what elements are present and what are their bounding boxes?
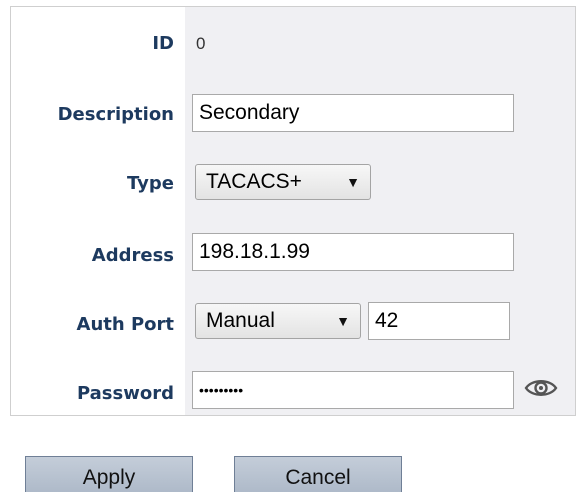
auth-port-mode-select[interactable]: Manual ▼ [195,303,361,339]
password-field[interactable] [192,371,514,409]
label-column [11,7,185,415]
description-field[interactable] [192,94,514,132]
address-field[interactable] [192,233,514,271]
auth-port-label: Auth Port [76,314,174,335]
id-value: 0 [196,34,206,53]
password-label: Password [76,383,174,404]
type-select[interactable]: TACACS+ ▼ [195,164,371,200]
cancel-button[interactable]: Cancel [234,456,402,492]
eye-icon[interactable] [524,376,558,400]
type-label: Type [127,173,174,194]
chevron-down-icon: ▼ [346,174,360,190]
chevron-down-icon: ▼ [336,313,350,329]
value-column [185,7,575,415]
apply-button[interactable]: Apply [25,456,193,492]
id-label: ID [152,33,174,54]
description-label: Description [57,104,174,125]
auth-port-mode-value: Manual [206,309,275,332]
address-label: Address [91,245,174,266]
auth-port-field[interactable] [368,302,510,340]
type-select-value: TACACS+ [206,170,302,193]
server-settings-form [10,6,576,416]
